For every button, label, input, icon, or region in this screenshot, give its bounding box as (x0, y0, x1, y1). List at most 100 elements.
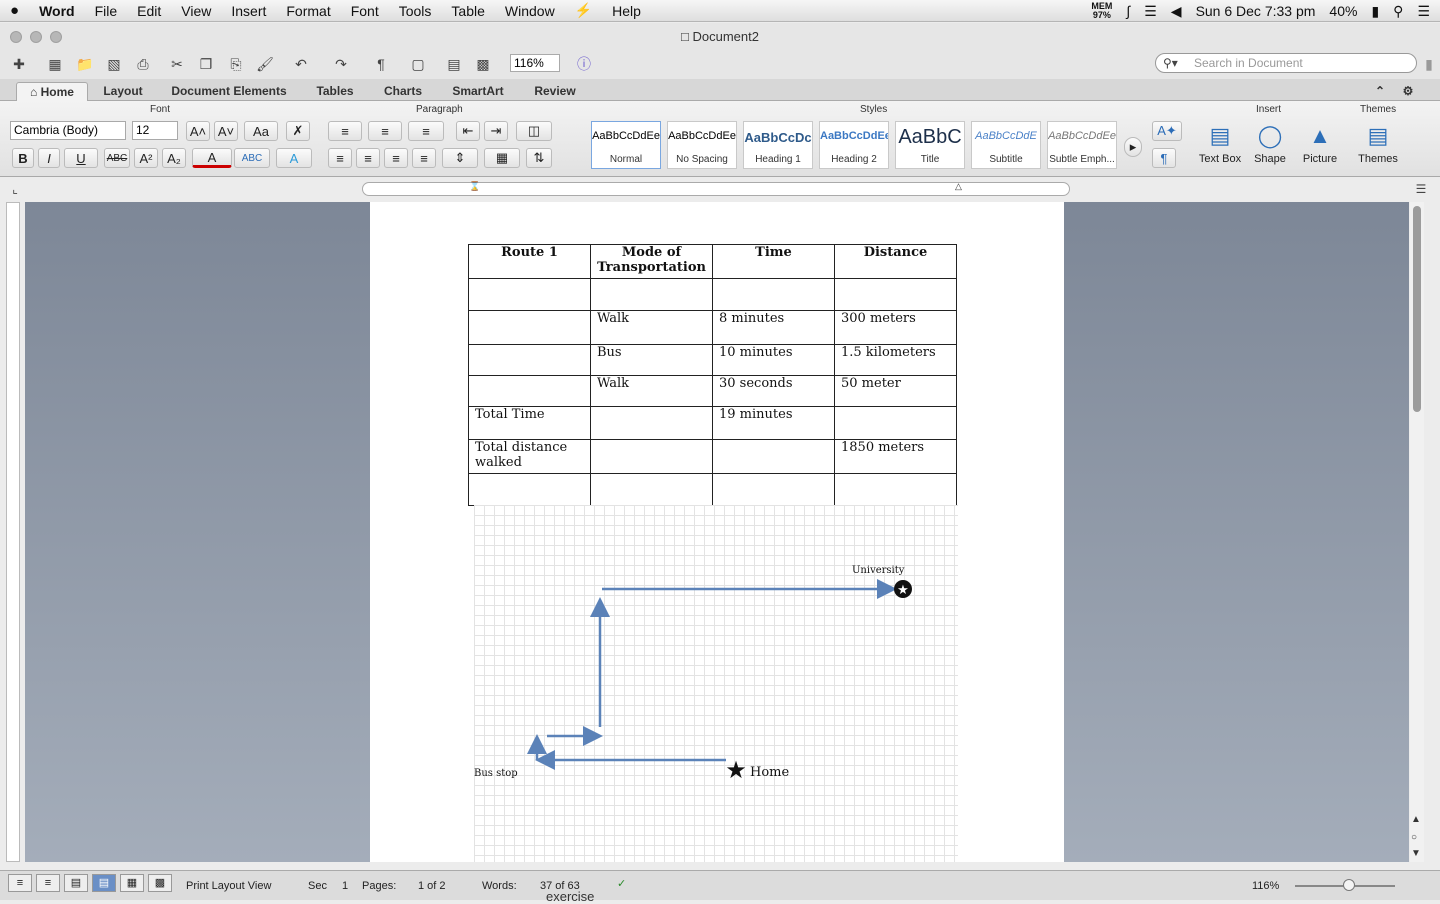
table-cell[interactable]: 50 meter (834, 375, 957, 407)
zoom-select[interactable]: 116% (510, 54, 560, 72)
table-cell[interactable] (468, 344, 591, 376)
more-styles-icon[interactable]: ▸ (1124, 137, 1142, 157)
tab-review[interactable]: Review (522, 82, 588, 101)
table-cell[interactable] (834, 406, 957, 440)
decrease-indent-icon[interactable]: ⇤ (456, 121, 480, 141)
style-set-icon[interactable]: A✦ (1152, 121, 1182, 141)
header-route[interactable]: Route 1 (468, 244, 591, 279)
toolbar-toggle-icon[interactable]: ▮ (1418, 53, 1440, 75)
table-cell[interactable] (712, 278, 835, 311)
zoom-slider-thumb[interactable] (1343, 879, 1355, 891)
table-cell[interactable]: Total Time (468, 406, 591, 440)
superscript-icon[interactable]: A² (134, 148, 158, 168)
style-title[interactable]: AaBbC Title (895, 121, 965, 169)
style-no-spacing[interactable]: AaBbCcDdEe No Spacing (667, 121, 737, 169)
tab-home[interactable]: ⌂ Home (16, 82, 88, 101)
save-icon[interactable]: ▧ (103, 53, 125, 75)
menu-tools[interactable]: Tools (389, 3, 442, 19)
notification-center-icon[interactable]: ☰ (1417, 3, 1430, 20)
justify-icon[interactable]: ≡ (412, 148, 436, 168)
wifi-icon[interactable]: ☰ (1144, 3, 1157, 20)
vertical-scrollbar[interactable]: ▲ ○ ▼ (1410, 202, 1424, 862)
new-document-icon[interactable]: ✚ (8, 53, 30, 75)
menu-window[interactable]: Window (495, 3, 565, 19)
battery-percent[interactable]: 40% (1329, 3, 1357, 19)
script-icon[interactable]: ⚡ (565, 2, 602, 19)
format-painter-icon[interactable]: 🖌 (254, 53, 276, 75)
multilevel-list-icon[interactable]: ≡ (408, 121, 444, 141)
document-page[interactable]: Route 1 Mode of Transportation Time Dist… (370, 202, 1064, 862)
print-layout-view-icon[interactable]: ▤ (92, 874, 116, 892)
undo-icon[interactable]: ↶ (290, 53, 312, 75)
help-icon[interactable]: ⓘ (573, 53, 595, 75)
manage-styles-icon[interactable]: ¶ (1152, 148, 1176, 168)
align-center-icon[interactable]: ≡ (356, 148, 380, 168)
font-size-select[interactable]: 12 (132, 121, 178, 140)
style-normal[interactable]: AaBbCcDdEe Normal (591, 121, 661, 169)
cut-icon[interactable]: ✂ (166, 53, 188, 75)
sidebar-toggle-icon[interactable]: ▤ (443, 53, 465, 75)
align-left-icon[interactable]: ≡ (328, 148, 352, 168)
ribbon-settings-icon[interactable]: ⚙ (1396, 82, 1420, 101)
bullets-icon[interactable]: ≡ (328, 121, 362, 141)
table-cell[interactable] (590, 439, 713, 474)
menu-edit[interactable]: Edit (127, 3, 171, 19)
text-effects-icon[interactable]: A (276, 148, 312, 168)
table-cell[interactable]: 30 seconds (712, 375, 835, 407)
columns-icon[interactable]: ◫ (516, 121, 552, 141)
increase-indent-icon[interactable]: ⇥ (484, 121, 508, 141)
table-cell[interactable]: 300 meters (834, 310, 957, 345)
toolbox-icon[interactable]: ▩ (472, 53, 494, 75)
table-cell[interactable] (590, 278, 713, 311)
table-cell[interactable]: Walk (590, 310, 713, 345)
table-cell[interactable] (468, 278, 591, 311)
grow-font-icon[interactable]: A˄ (186, 121, 210, 141)
route-map[interactable]: ★ ★ University Home Bus stop (474, 505, 958, 862)
style-subtle-emphasis[interactable]: AaBbCcDdEe Subtle Emph... (1047, 121, 1117, 169)
header-distance[interactable]: Distance (834, 244, 957, 279)
clear-formatting-icon[interactable]: ✗ (286, 121, 310, 141)
tab-tables[interactable]: Tables (304, 82, 366, 101)
draft-view-icon[interactable]: ≡ (8, 874, 32, 892)
next-page-icon[interactable]: ▼ (1411, 848, 1421, 859)
insert-text-box[interactable]: ▤ Text Box (1196, 123, 1244, 165)
tab-smartart[interactable]: SmartArt (440, 82, 516, 101)
table-cell[interactable]: Total distance walked (468, 439, 591, 474)
search-input[interactable]: ⚲▾ Search in Document (1155, 53, 1417, 73)
shrink-font-icon[interactable]: A˅ (214, 121, 238, 141)
borders-icon[interactable]: ▦ (484, 148, 520, 168)
table-cell[interactable]: 1850 meters (834, 439, 957, 474)
table-cell[interactable] (712, 439, 835, 474)
route-table[interactable]: Route 1 Mode of Transportation Time Dist… (468, 244, 957, 506)
align-right-icon[interactable]: ≡ (384, 148, 408, 168)
menu-table[interactable]: Table (441, 3, 494, 19)
notebook-view-icon[interactable]: ▦ (120, 874, 144, 892)
tab-document-elements[interactable]: Document Elements (160, 82, 298, 101)
table-cell[interactable] (834, 473, 957, 506)
header-mode[interactable]: Mode of Transportation (590, 244, 713, 279)
tab-layout[interactable]: Layout (92, 82, 154, 101)
bluetooth-icon[interactable]: ∫ (1126, 3, 1130, 19)
menu-format[interactable]: Format (276, 3, 340, 19)
menu-insert[interactable]: Insert (221, 3, 276, 19)
table-cell[interactable] (590, 473, 713, 506)
insert-picture[interactable]: ▲ Picture (1296, 123, 1344, 165)
view-options-icon[interactable]: ▢ (407, 53, 429, 75)
table-cell[interactable]: Walk (590, 375, 713, 407)
table-cell[interactable]: Bus (590, 344, 713, 376)
redo-icon[interactable]: ↷ (330, 53, 352, 75)
spelling-check-icon[interactable]: ✓ (617, 877, 626, 890)
menu-word[interactable]: Word (29, 3, 85, 19)
menu-view[interactable]: View (171, 3, 221, 19)
scroll-thumb[interactable] (1413, 206, 1421, 412)
themes-button[interactable]: ▤ Themes (1354, 123, 1402, 165)
datetime[interactable]: Sun 6 Dec 7:33 pm (1196, 3, 1316, 19)
italic-icon[interactable]: I (38, 148, 60, 168)
tab-charts[interactable]: Charts (372, 82, 434, 101)
table-cell[interactable]: 19 minutes (712, 406, 835, 440)
header-time[interactable]: Time (712, 244, 835, 279)
split-window-icon[interactable]: ☰ (1410, 178, 1432, 200)
first-line-indent-marker[interactable]: ⌛ (469, 181, 480, 199)
numbering-icon[interactable]: ≡ (368, 121, 402, 141)
table-cell[interactable] (712, 473, 835, 506)
